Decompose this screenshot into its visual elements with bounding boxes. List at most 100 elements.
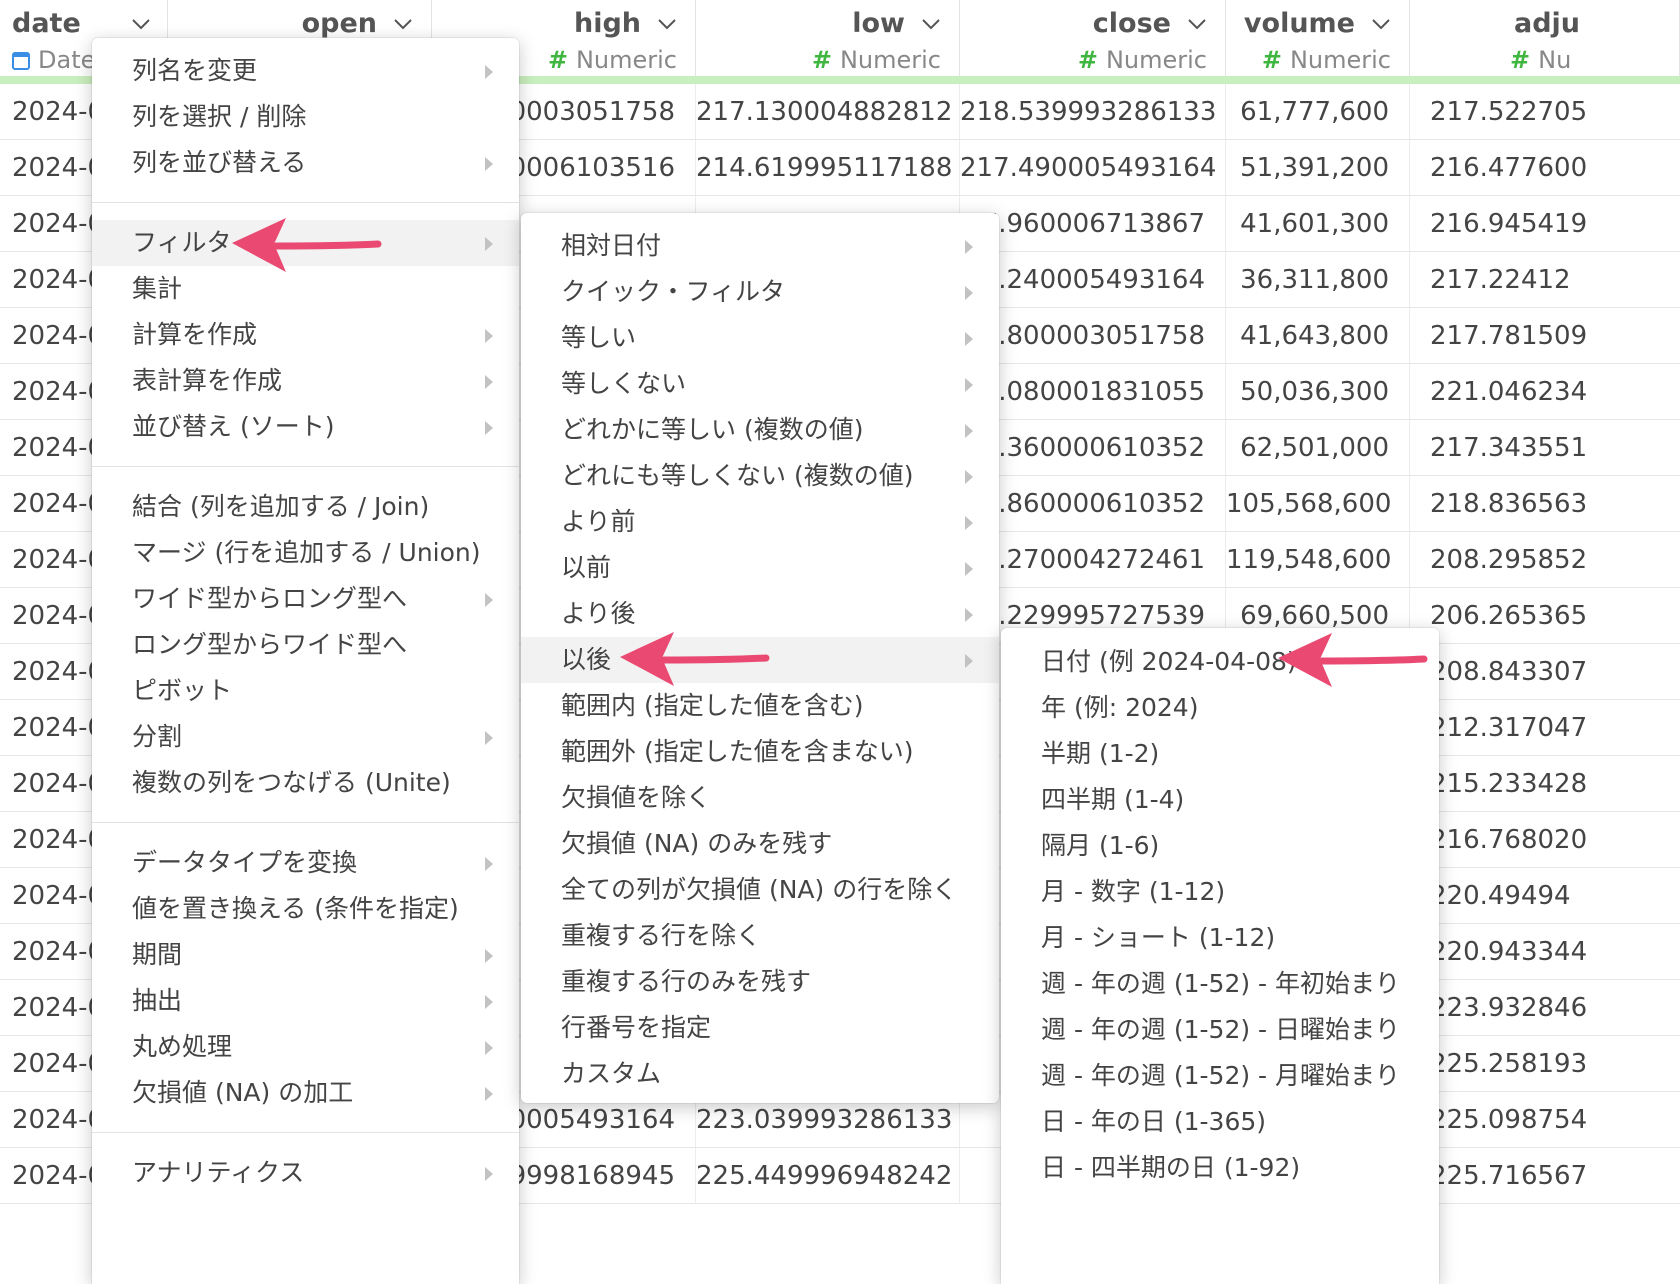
- table-cell-adj: 208.843307: [1430, 657, 1588, 687]
- after-menu-item[interactable]: 週 - 年の週 (1-52) - 日曜始まり: [1001, 1007, 1439, 1053]
- main-menu-item[interactable]: 欠損値 (NA) の加工: [92, 1070, 519, 1116]
- menu-item-label: 欠損値 (NA) のみを残す: [561, 829, 833, 858]
- main-menu-item[interactable]: 分割: [92, 714, 519, 760]
- menu-item-label: 列を並び替える: [132, 148, 307, 177]
- main-menu-item[interactable]: 結合 (列を追加する / Join): [92, 484, 519, 530]
- main-menu-item[interactable]: 計算を作成: [92, 312, 519, 358]
- submenu-caret-icon: [485, 1087, 493, 1101]
- filter-menu-item[interactable]: より前: [521, 499, 999, 545]
- column-header-6[interactable]: adju # Nu: [1410, 0, 1680, 82]
- after-menu-item[interactable]: 年 (例: 2024): [1001, 685, 1439, 731]
- main-menu-item[interactable]: 列名を変更: [92, 48, 519, 94]
- filter-menu-item[interactable]: 範囲外 (指定した値を含まない): [521, 729, 999, 775]
- menu-item-label: 日 - 四半期の日 (1-92): [1041, 1153, 1301, 1182]
- table-cell-adj: 225.716567: [1430, 1161, 1588, 1191]
- chevron-down-icon[interactable]: [921, 14, 941, 34]
- main-menu-item[interactable]: ロング型からワイド型へ: [92, 622, 519, 668]
- table-cell-adj: 223.932846: [1430, 993, 1588, 1023]
- column-name: volume: [1243, 8, 1355, 39]
- chevron-down-icon[interactable]: [1371, 14, 1391, 34]
- table-cell-close: 218.539993286133: [960, 84, 1226, 140]
- after-menu-item[interactable]: 月 - 数字 (1-12): [1001, 869, 1439, 915]
- submenu-caret-icon: [485, 157, 493, 171]
- menu-item-label: ピボット: [132, 676, 233, 705]
- arrow-pointer-icon: [232, 218, 382, 272]
- main-menu-item[interactable]: 表計算を作成: [92, 358, 519, 404]
- numeric-hash-icon: #: [811, 46, 832, 74]
- chevron-down-icon[interactable]: [657, 14, 677, 34]
- main-menu-item[interactable]: マージ (行を追加する / Union): [92, 530, 519, 576]
- menu-item-label: 重複する行を除く: [561, 921, 762, 950]
- submenu-caret-icon: [965, 424, 973, 438]
- after-menu-item[interactable]: 隔月 (1-6): [1001, 823, 1439, 869]
- main-menu-item[interactable]: 抽出: [92, 978, 519, 1024]
- main-menu-item[interactable]: ワイド型からロング型へ: [92, 576, 519, 622]
- main-menu-item[interactable]: ピボット: [92, 668, 519, 714]
- filter-menu-item[interactable]: 相対日付: [521, 223, 999, 269]
- main-menu-item[interactable]: 並び替え (ソート): [92, 404, 519, 450]
- arrow-pointer-icon: [620, 632, 770, 686]
- main-menu-item[interactable]: 列を並び替える: [92, 140, 519, 186]
- filter-menu-item[interactable]: 以前: [521, 545, 999, 591]
- table-cell-adj: 216.945419: [1430, 209, 1588, 239]
- chevron-down-icon[interactable]: [131, 14, 151, 34]
- filter-menu-item[interactable]: 行番号を指定: [521, 1005, 999, 1051]
- table-cell-adj: 220.49494: [1430, 881, 1571, 911]
- table-cell-low: 225.449996948242: [696, 1148, 960, 1204]
- main-menu-item[interactable]: 丸め処理: [92, 1024, 519, 1070]
- column-name: low: [852, 8, 905, 39]
- submenu-caret-icon: [485, 995, 493, 1009]
- filter-menu-item[interactable]: 等しくない: [521, 361, 999, 407]
- table-cell-volume: 119,548,600: [1226, 532, 1410, 588]
- menu-item-label: 集計: [132, 274, 183, 303]
- numeric-hash-icon: #: [1261, 46, 1282, 74]
- after-menu-item[interactable]: 半期 (1-2): [1001, 731, 1439, 777]
- menu-divider: [92, 1132, 519, 1133]
- submenu-caret-icon: [965, 608, 973, 622]
- after-menu-item[interactable]: 月 - ショート (1-12): [1001, 915, 1439, 961]
- chevron-down-icon[interactable]: [1187, 14, 1207, 34]
- table-cell-adj: 225.258193: [1430, 1049, 1588, 1079]
- table-cell-volume: 50,036,300: [1226, 364, 1410, 420]
- filter-menu-item[interactable]: 全ての列が欠損値 (NA) の行を除く: [521, 867, 999, 913]
- menu-item-label: 週 - 年の週 (1-52) - 日曜始まり: [1041, 1015, 1401, 1044]
- after-menu-item[interactable]: 日 - 四半期の日 (1-92): [1001, 1145, 1439, 1191]
- after-menu-item[interactable]: 週 - 年の週 (1-52) - 年初始まり: [1001, 961, 1439, 1007]
- menu-item-label: 以後: [561, 645, 612, 674]
- filter-menu-item[interactable]: クイック・フィルタ: [521, 269, 999, 315]
- filter-menu-item[interactable]: カスタム: [521, 1051, 999, 1097]
- menu-item-label: 以前: [561, 553, 612, 582]
- filter-menu-item[interactable]: 等しい: [521, 315, 999, 361]
- filter-menu-item[interactable]: 重複する行を除く: [521, 913, 999, 959]
- filter-menu-item[interactable]: 欠損値を除く: [521, 775, 999, 821]
- submenu-caret-icon: [485, 1041, 493, 1055]
- menu-item-label: 丸め処理: [132, 1032, 233, 1061]
- filter-menu-item[interactable]: どれにも等しくない (複数の値): [521, 453, 999, 499]
- column-header-5[interactable]: volume # Numeric: [1226, 0, 1410, 82]
- menu-item-label: 半期 (1-2): [1041, 739, 1160, 768]
- main-menu-item[interactable]: 列を選択 / 削除: [92, 94, 519, 140]
- after-menu-item[interactable]: 週 - 年の週 (1-52) - 月曜始まり: [1001, 1053, 1439, 1099]
- column-header-4[interactable]: close # Numeric: [960, 0, 1226, 82]
- filter-menu-item[interactable]: 欠損値 (NA) のみを残す: [521, 821, 999, 867]
- table-cell-volume: 41,643,800: [1226, 308, 1410, 364]
- main-menu-item[interactable]: 期間: [92, 932, 519, 978]
- main-menu-item[interactable]: 値を置き換える (条件を指定): [92, 886, 519, 932]
- main-menu-item[interactable]: データタイプを変換: [92, 840, 519, 886]
- menu-item-label: 列名を変更: [132, 56, 258, 85]
- menu-item-label: 週 - 年の週 (1-52) - 月曜始まり: [1041, 1061, 1401, 1090]
- filter-menu-item[interactable]: どれかに等しい (複数の値): [521, 407, 999, 453]
- filter-menu-item[interactable]: 重複する行のみを残す: [521, 959, 999, 1005]
- column-name: adju: [1514, 8, 1581, 39]
- after-menu-item[interactable]: 日 - 年の日 (1-365): [1001, 1099, 1439, 1145]
- menu-item-label: カスタム: [561, 1059, 662, 1088]
- column-type: # Nu: [1510, 46, 1571, 74]
- menu-item-label: 等しくない: [561, 369, 687, 398]
- table-cell-adj: 225.098754: [1430, 1105, 1588, 1135]
- table-cell-low: 217.130004882812: [696, 84, 960, 140]
- main-menu-item[interactable]: アナリティクス: [92, 1150, 519, 1196]
- column-header-3[interactable]: low # Numeric: [696, 0, 960, 82]
- chevron-down-icon[interactable]: [393, 14, 413, 34]
- after-menu-item[interactable]: 四半期 (1-4): [1001, 777, 1439, 823]
- main-menu-item[interactable]: 複数の列をつなげる (Unite): [92, 760, 519, 806]
